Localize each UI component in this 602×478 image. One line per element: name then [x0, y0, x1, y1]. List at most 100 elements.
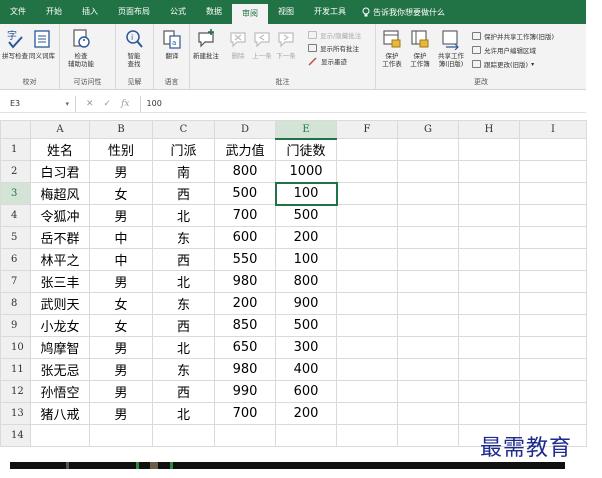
empty-cell[interactable] [519, 204, 587, 227]
cell[interactable]: 女 [89, 182, 153, 205]
cell[interactable]: 990 [214, 380, 276, 403]
allow-edit-ranges-button[interactable]: 允许用户编辑区域 [472, 45, 536, 55]
empty-cell[interactable] [336, 402, 398, 425]
row-header[interactable]: 11 [0, 358, 31, 381]
formula-input[interactable]: 100 [139, 95, 586, 112]
cell[interactable]: 姓名 [30, 138, 90, 161]
name-box[interactable]: E3 ▾ [0, 95, 76, 112]
empty-cell[interactable] [336, 380, 398, 403]
empty-cell[interactable] [458, 182, 520, 205]
cell[interactable]: 600 [275, 380, 337, 403]
column-header[interactable]: G [397, 120, 459, 139]
empty-cell[interactable] [336, 160, 398, 183]
row-header[interactable]: 4 [0, 204, 31, 227]
cell[interactable]: 男 [89, 160, 153, 183]
empty-cell[interactable] [519, 314, 587, 337]
cell[interactable]: 500 [275, 204, 337, 227]
protect-sheet-button[interactable]: 保护 工作表 [382, 28, 402, 68]
empty-cell[interactable] [458, 380, 520, 403]
spell-check-button[interactable]: 字 拼写检查 [2, 28, 28, 60]
cell[interactable]: 东 [152, 358, 215, 381]
cell[interactable]: 中 [89, 248, 153, 271]
cell[interactable]: 200 [275, 226, 337, 249]
empty-cell[interactable] [336, 292, 398, 315]
cell[interactable] [214, 424, 276, 447]
column-header[interactable]: I [519, 120, 587, 139]
empty-cell[interactable] [519, 402, 587, 425]
empty-cell[interactable] [519, 270, 587, 293]
enter-icon[interactable]: ✓ [104, 99, 112, 109]
empty-cell[interactable] [519, 248, 587, 271]
tab-review[interactable]: 审阅 [232, 4, 268, 24]
cell[interactable]: 性别 [89, 138, 153, 161]
cancel-icon[interactable]: ✕ [86, 99, 94, 109]
empty-cell[interactable] [519, 336, 587, 359]
empty-cell[interactable] [397, 270, 459, 293]
tab-developer[interactable]: 开发工具 [304, 0, 356, 24]
empty-cell[interactable] [519, 160, 587, 183]
cell[interactable]: 北 [152, 204, 215, 227]
row-header[interactable]: 1 [0, 138, 31, 161]
cell[interactable]: 梅超风 [30, 182, 90, 205]
cell[interactable]: 500 [214, 182, 276, 205]
check-accessibility-button[interactable]: 检查 辅助功能 [68, 28, 94, 68]
cell[interactable]: 张无忌 [30, 358, 90, 381]
cell[interactable]: 900 [275, 292, 337, 315]
cell[interactable]: 550 [214, 248, 276, 271]
cell[interactable]: 男 [89, 358, 153, 381]
cell[interactable]: 白习君 [30, 160, 90, 183]
cell[interactable]: 1000 [275, 160, 337, 183]
empty-cell[interactable] [397, 424, 459, 447]
empty-cell[interactable] [397, 138, 459, 161]
empty-cell[interactable] [397, 380, 459, 403]
insert-function-button[interactable]: fx [121, 99, 129, 109]
empty-cell[interactable] [458, 160, 520, 183]
cell[interactable]: 令狐冲 [30, 204, 90, 227]
cell[interactable]: 男 [89, 204, 153, 227]
cell[interactable]: 张三丰 [30, 270, 90, 293]
tab-page-layout[interactable]: 页面布局 [108, 0, 160, 24]
cell[interactable]: 500 [275, 314, 337, 337]
cell[interactable]: 西 [152, 380, 215, 403]
empty-cell[interactable] [336, 336, 398, 359]
cell[interactable]: 女 [89, 292, 153, 315]
empty-cell[interactable] [519, 358, 587, 381]
column-header[interactable]: H [458, 120, 520, 139]
column-header-selected[interactable]: E [275, 120, 337, 140]
tab-formulas[interactable]: 公式 [160, 0, 196, 24]
empty-cell[interactable] [458, 314, 520, 337]
thesaurus-button[interactable]: 同义词库 [29, 28, 55, 60]
cell[interactable]: 北 [152, 336, 215, 359]
empty-cell[interactable] [397, 248, 459, 271]
column-header[interactable]: C [152, 120, 215, 139]
tab-home[interactable]: 开始 [36, 0, 72, 24]
empty-cell[interactable] [397, 226, 459, 249]
cell[interactable]: 林平之 [30, 248, 90, 271]
cell[interactable]: 岳不群 [30, 226, 90, 249]
column-header[interactable]: D [214, 120, 276, 139]
show-hide-comment-button[interactable]: 显示/隐藏批注 [308, 30, 361, 40]
cell[interactable] [275, 424, 337, 447]
cell[interactable]: 700 [214, 204, 276, 227]
row-header[interactable]: 9 [0, 314, 31, 337]
row-header[interactable]: 14 [0, 424, 31, 447]
cell[interactable]: 小龙女 [30, 314, 90, 337]
cell[interactable]: 南 [152, 160, 215, 183]
cell[interactable]: 猪八戒 [30, 402, 90, 425]
share-workbook-button[interactable]: 共享工作 簿(旧版) [438, 28, 464, 68]
empty-cell[interactable] [336, 248, 398, 271]
row-header[interactable]: 13 [0, 402, 31, 425]
tab-view[interactable]: 视图 [268, 0, 304, 24]
new-comment-button[interactable]: 新建批注 [193, 28, 219, 60]
empty-cell[interactable] [397, 402, 459, 425]
empty-cell[interactable] [336, 204, 398, 227]
row-header[interactable]: 3 [0, 182, 31, 205]
empty-cell[interactable] [336, 138, 398, 161]
next-comment-button[interactable]: 下一条 [276, 28, 296, 60]
cell[interactable]: 西 [152, 314, 215, 337]
cell[interactable]: 门徒数 [275, 138, 337, 161]
row-header[interactable]: 8 [0, 292, 31, 315]
cell[interactable]: 西 [152, 248, 215, 271]
delete-comment-button[interactable]: 删除 [228, 28, 248, 60]
cell[interactable]: 700 [214, 402, 276, 425]
